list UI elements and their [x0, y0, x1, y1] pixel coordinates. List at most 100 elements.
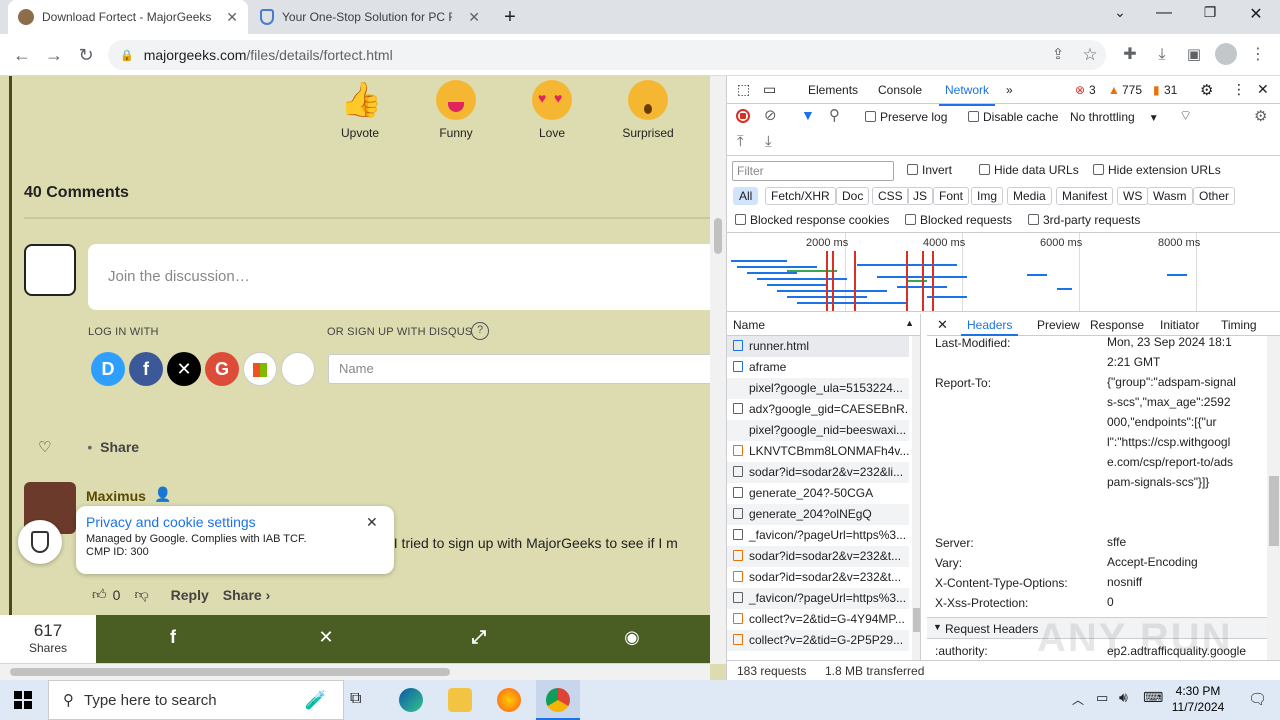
- type-other[interactable]: Other: [1193, 187, 1236, 205]
- taskbar-search[interactable]: ⚲ Type here to search 🧪: [48, 680, 344, 720]
- type-ws[interactable]: WS: [1117, 187, 1149, 205]
- volume-icon[interactable]: 🔊︎: [1119, 689, 1128, 706]
- reply-link[interactable]: Reply: [171, 587, 209, 603]
- network-icon[interactable]: ▭: [1096, 690, 1108, 706]
- request-row[interactable]: generate_204?olNEgQ: [727, 504, 909, 525]
- request-row[interactable]: pixel?google_ula=5153224...: [727, 378, 909, 399]
- filter-funnel-icon[interactable]: ▼: [801, 107, 815, 123]
- disable-cache-checkbox[interactable]: Disable cache: [968, 110, 1058, 124]
- file-explorer-icon[interactable]: [448, 688, 472, 712]
- hide-data-urls-checkbox[interactable]: Hide data URLs: [979, 163, 1079, 177]
- scroll-thumb[interactable]: [10, 668, 450, 676]
- language-icon[interactable]: ⌨: [1143, 689, 1163, 706]
- tab-fortect[interactable]: Your One-Stop Solution for PC R ✕: [250, 0, 490, 34]
- type-all[interactable]: All: [733, 187, 759, 205]
- edge-icon[interactable]: [399, 688, 423, 712]
- import-har-icon[interactable]: ⤒: [737, 133, 744, 150]
- reddit-share-icon[interactable]: ◉: [617, 627, 647, 651]
- error-icon[interactable]: ⊗: [1075, 83, 1085, 97]
- share-link[interactable]: Share: [100, 439, 139, 455]
- devtools-menu-icon[interactable]: ⋮: [1232, 81, 1246, 98]
- tab-network[interactable]: Network: [938, 83, 996, 106]
- task-view-icon[interactable]: ⧉: [350, 690, 361, 708]
- request-row[interactable]: _favicon/?pageUrl=https%3...: [727, 525, 909, 546]
- tab-timing[interactable]: Timing: [1221, 318, 1257, 332]
- type-font[interactable]: Font: [933, 187, 970, 205]
- horizontal-scrollbar[interactable]: [0, 664, 710, 680]
- tab-elements[interactable]: Elements: [808, 83, 858, 97]
- x-share-icon[interactable]: ✕: [311, 627, 341, 651]
- name-column-header[interactable]: Name ▲: [727, 314, 920, 336]
- disqus-login-icon[interactable]: D: [91, 352, 125, 386]
- request-row[interactable]: aframe: [727, 357, 909, 378]
- device-toolbar-icon[interactable]: ▭: [763, 81, 776, 98]
- close-window-button[interactable]: ✕: [1242, 4, 1270, 26]
- tab-majorgeeks[interactable]: Download Fortect - MajorGeeks ✕: [8, 0, 248, 34]
- issues-icon[interactable]: ▮: [1153, 83, 1160, 97]
- facebook-share-icon[interactable]: f: [158, 627, 188, 651]
- vertical-scrollbar[interactable]: [710, 76, 726, 664]
- issues-count[interactable]: 31: [1164, 83, 1177, 97]
- tab-headers[interactable]: Headers: [960, 318, 1019, 336]
- follow-user-icon[interactable]: 👤: [154, 486, 171, 503]
- request-row[interactable]: collect?v=2&tid=G-4Y94MP...: [727, 609, 909, 630]
- close-tab-icon[interactable]: ✕: [226, 9, 238, 26]
- warning-count[interactable]: 775: [1122, 83, 1142, 97]
- minimize-button[interactable]: —: [1150, 4, 1178, 26]
- export-har-icon[interactable]: ⤓: [765, 133, 772, 150]
- type-doc[interactable]: Doc: [836, 187, 870, 205]
- restore-button[interactable]: ❐: [1196, 4, 1224, 26]
- discussion-input[interactable]: Join the discussion…: [88, 244, 718, 310]
- request-row[interactable]: adx?google_gid=CAESEBnR...: [727, 399, 909, 420]
- settings-gear-icon[interactable]: ⚙: [1200, 81, 1213, 99]
- throttling-select[interactable]: No throttling ▼: [1070, 110, 1159, 124]
- tab-search-icon[interactable]: ⌄: [1106, 4, 1134, 26]
- hide-ext-urls-checkbox[interactable]: Hide extension URLs: [1093, 163, 1221, 177]
- detail-scrollbar[interactable]: [1267, 336, 1280, 660]
- new-tab-button[interactable]: +: [496, 6, 524, 28]
- bookmark-star-icon[interactable]: ☆: [1078, 43, 1102, 67]
- close-detail-icon[interactable]: ✕: [937, 317, 948, 333]
- blocked-cookies-checkbox[interactable]: Blocked response cookies: [735, 213, 889, 227]
- upvote-icon[interactable]: 👍︎: [92, 586, 107, 603]
- network-settings-gear-icon[interactable]: ⚙: [1254, 107, 1267, 125]
- share-comment-link[interactable]: Share ›: [223, 587, 270, 603]
- profile-avatar[interactable]: [1214, 43, 1238, 67]
- inspect-element-icon[interactable]: ⬚: [737, 81, 750, 98]
- name-input[interactable]: Name: [328, 354, 718, 384]
- share-page-icon[interactable]: ⇪: [1046, 43, 1070, 67]
- heart-icon[interactable]: ♡: [38, 439, 51, 456]
- facebook-login-icon[interactable]: f: [129, 352, 163, 386]
- help-icon[interactable]: ?: [471, 322, 489, 340]
- request-row[interactable]: sodar?id=sodar2&v=232&t...: [727, 546, 909, 567]
- close-privacy-icon[interactable]: ✕: [366, 514, 378, 531]
- more-tabs-icon[interactable]: »: [1006, 83, 1013, 97]
- privacy-card[interactable]: Privacy and cookie settings Managed by G…: [76, 506, 394, 574]
- request-row[interactable]: pixel?google_nid=beeswaxi...: [727, 420, 909, 441]
- reaction-funny[interactable]: Funny: [426, 80, 486, 140]
- request-list-scrollbar[interactable]: [912, 336, 920, 660]
- privacy-title[interactable]: Privacy and cookie settings: [86, 514, 384, 530]
- privacy-shield-button[interactable]: [18, 520, 62, 564]
- extensions-icon[interactable]: ✚: [1118, 43, 1142, 67]
- type-manifest[interactable]: Manifest: [1056, 187, 1114, 205]
- back-button[interactable]: ←: [10, 43, 34, 67]
- system-clock[interactable]: 4:30 PM 11/7/2024: [1168, 683, 1228, 715]
- type-fetch-xhr[interactable]: Fetch/XHR: [765, 187, 836, 205]
- side-panel-icon[interactable]: ▣: [1182, 43, 1206, 67]
- request-row[interactable]: sodar?id=sodar2&v=232&li...: [727, 462, 909, 483]
- scroll-thumb[interactable]: [714, 218, 722, 254]
- menu-kebab-icon[interactable]: ⋮: [1246, 43, 1270, 67]
- address-bar[interactable]: 🔒 majorgeeks.com/files/details/fortect.h…: [108, 40, 1106, 70]
- type-wasm[interactable]: Wasm: [1147, 187, 1193, 205]
- clear-icon[interactable]: ⊘: [764, 106, 777, 124]
- windows-start-icon[interactable]: [14, 691, 32, 709]
- request-row[interactable]: _favicon/?pageUrl=https%3...: [727, 588, 909, 609]
- type-js[interactable]: JS: [907, 187, 934, 205]
- type-media[interactable]: Media: [1007, 187, 1052, 205]
- blocked-requests-checkbox[interactable]: Blocked requests: [905, 213, 1012, 227]
- chrome-taskbar-button[interactable]: [536, 680, 580, 720]
- commenter-name[interactable]: Maximus: [86, 488, 146, 504]
- network-conditions-icon[interactable]: ⌔: [1179, 107, 1192, 125]
- downloads-icon[interactable]: ⤓: [1150, 43, 1174, 67]
